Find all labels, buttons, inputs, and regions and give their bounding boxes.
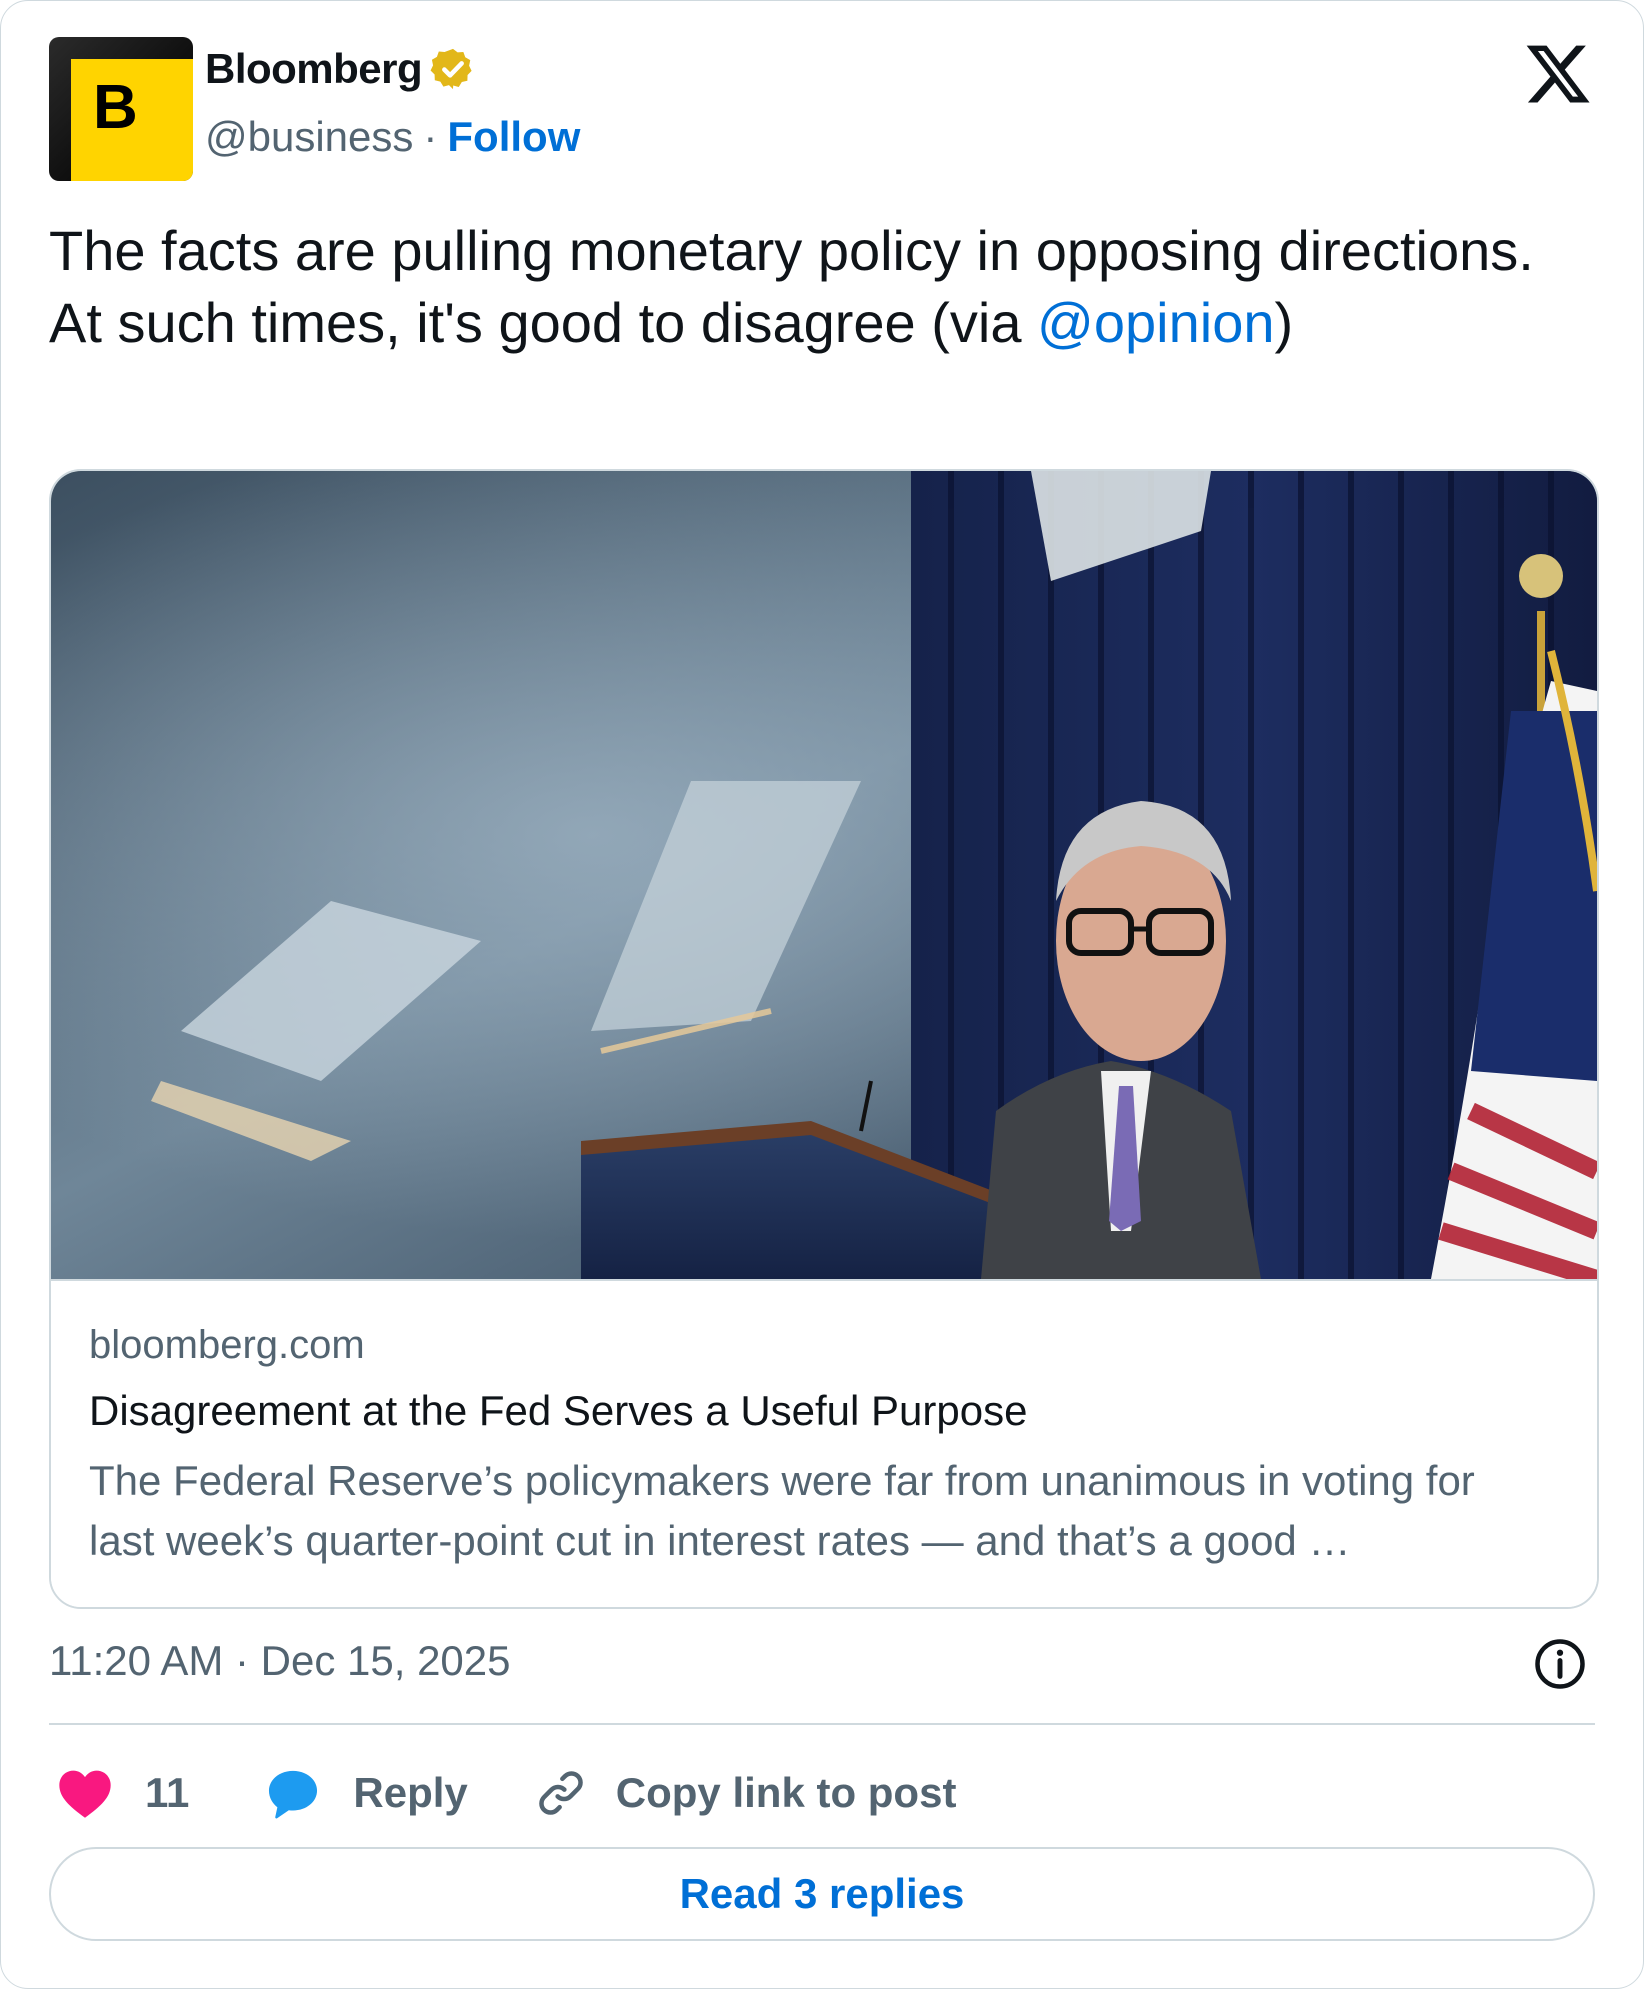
heart-icon	[59, 1770, 111, 1818]
copy-link-label: Copy link to post	[615, 1769, 957, 1816]
reply-label: Reply	[353, 1769, 468, 1816]
tweet-body-text: The facts are pulling monetary policy in…	[49, 219, 1534, 354]
tweet-text: The facts are pulling monetary policy in…	[49, 215, 1589, 359]
like-count: 11	[145, 1769, 190, 1816]
link-title: Disagreement at the Fed Serves a Useful …	[89, 1387, 1028, 1434]
verified-badge-icon	[430, 48, 472, 90]
tweet-text-end: )	[1274, 291, 1294, 354]
account-handle[interactable]: @business	[205, 113, 413, 161]
tweet-embed-card: B Bloomberg @business · Follow The facts…	[0, 0, 1644, 1989]
account-name[interactable]: Bloomberg	[205, 45, 423, 93]
tweet-timestamp[interactable]: 11:20 AM · Dec 15, 2025	[49, 1637, 511, 1685]
like-button[interactable]: 11	[49, 1767, 189, 1819]
avatar-letter: B	[93, 73, 138, 142]
action-bar: 11 Reply Copy link to post	[49, 1757, 956, 1829]
link-preview-card[interactable]: bloomberg.com Disagreement at the Fed Se…	[49, 469, 1599, 1609]
link-card-meta: bloomberg.com Disagreement at the Fed Se…	[51, 1279, 1597, 1607]
article-photo-illustration	[51, 471, 1597, 1279]
link-description: The Federal Reserve’s policymakers were …	[89, 1457, 1475, 1564]
divider	[49, 1723, 1595, 1725]
reply-button[interactable]: Reply	[265, 1765, 468, 1821]
handle-row: @business · Follow	[205, 113, 580, 161]
handle-separator: ·	[423, 113, 438, 160]
copy-link-button[interactable]: Copy link to post	[534, 1766, 957, 1820]
avatar[interactable]: B	[49, 37, 193, 181]
mention-link[interactable]: @opinion	[1037, 291, 1274, 354]
follow-button[interactable]: Follow	[447, 113, 580, 161]
account-name-row: Bloomberg	[205, 45, 476, 93]
article-photo	[51, 471, 1597, 1279]
info-icon[interactable]	[1533, 1637, 1587, 1691]
read-replies-button[interactable]: Read 3 replies	[49, 1847, 1595, 1941]
reply-bubble-icon	[269, 1770, 318, 1819]
link-icon	[539, 1771, 583, 1815]
x-logo-icon[interactable]	[1523, 39, 1593, 109]
link-domain: bloomberg.com	[89, 1323, 365, 1367]
